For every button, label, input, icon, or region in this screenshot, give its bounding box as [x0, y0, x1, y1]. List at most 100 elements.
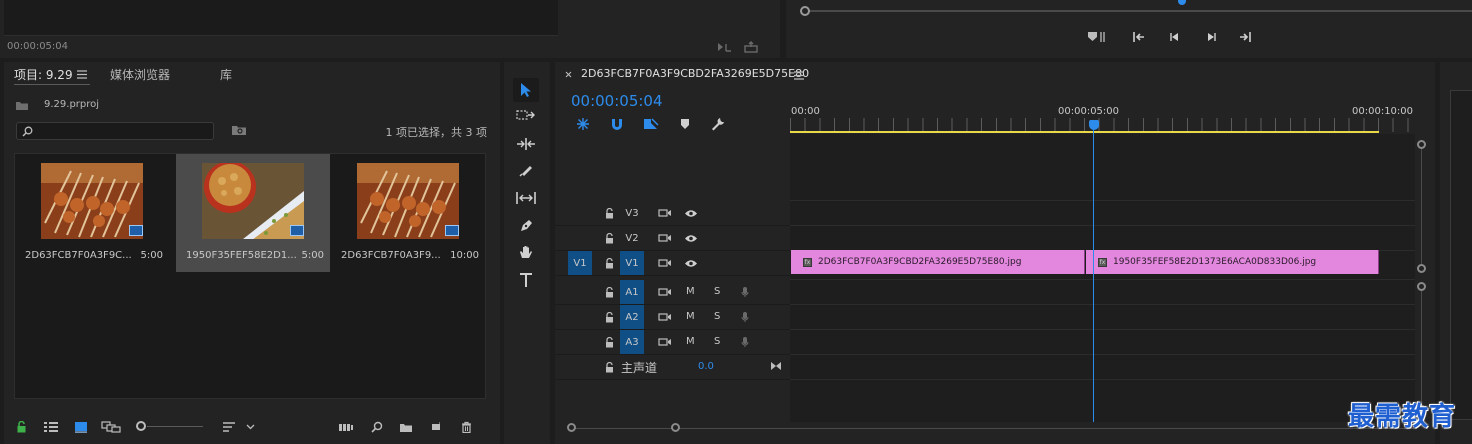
track-divider	[790, 354, 1415, 355]
microphone-icon[interactable]	[739, 285, 751, 299]
panel-menu-icon[interactable]	[793, 69, 805, 81]
track-label[interactable]: V2	[620, 226, 644, 250]
add-marker-icon[interactable]	[677, 116, 693, 132]
horizontal-scroll-start[interactable]	[567, 423, 576, 432]
horizontal-scroll-track[interactable]	[569, 428, 1415, 429]
sync-lock-icon[interactable]	[657, 336, 673, 348]
work-area-bar[interactable]	[790, 131, 1379, 133]
timeline-clip[interactable]: fx 2D63FCB7F0A3F9CBD2FA3269E5D75E80.jpg	[791, 250, 1085, 274]
program-playhead[interactable]	[1178, 0, 1186, 5]
project-item[interactable]: 2D63FCB7F0A3F9C... 5:00	[15, 154, 169, 272]
eye-icon[interactable]	[683, 207, 699, 219]
export-frame-icon[interactable]	[742, 40, 760, 54]
track-label[interactable]: V3	[620, 201, 644, 225]
microphone-icon[interactable]	[739, 310, 751, 324]
solo-button[interactable]: S	[714, 286, 720, 297]
icon-view-icon[interactable]	[72, 420, 90, 434]
horizontal-scroll-end[interactable]	[671, 423, 680, 432]
ruler-ticks[interactable]	[790, 118, 1415, 132]
marker-icon[interactable]	[1084, 28, 1110, 46]
project-item[interactable]: 2D63FCB7F0A3F9... 10:00	[331, 154, 485, 272]
nest-toggle-icon[interactable]	[573, 116, 593, 132]
lock-icon[interactable]	[603, 207, 615, 219]
zoom-slider-track[interactable]	[147, 426, 203, 427]
mute-button[interactable]: M	[686, 336, 695, 347]
track-label[interactable]: V1	[620, 251, 644, 275]
sync-lock-icon[interactable]	[657, 311, 673, 323]
program-scrub-bar[interactable]	[804, 10, 1472, 12]
mute-button[interactable]: M	[686, 311, 695, 322]
source-patch-v1[interactable]: V1	[568, 251, 592, 275]
list-view-icon[interactable]	[42, 420, 60, 434]
new-item-icon[interactable]	[427, 420, 445, 434]
playhead-handle[interactable]	[1089, 120, 1099, 130]
panel-menu-icon[interactable]	[76, 68, 88, 80]
track-label[interactable]: A2	[620, 305, 644, 329]
find-icon[interactable]	[368, 420, 386, 434]
type-tool[interactable]	[513, 268, 539, 292]
new-bin-icon[interactable]	[397, 420, 415, 434]
wrench-icon[interactable]	[709, 116, 727, 132]
razor-tool[interactable]	[513, 158, 539, 182]
go-to-in-icon[interactable]	[1130, 28, 1148, 46]
ripple-edit-tool[interactable]	[513, 132, 539, 156]
mute-button[interactable]: M	[686, 286, 695, 297]
pen-tool[interactable]	[513, 214, 539, 238]
audio-scroll-top[interactable]	[1417, 282, 1426, 291]
search-input[interactable]	[16, 122, 214, 140]
lock-icon[interactable]	[603, 286, 615, 298]
lock-icon[interactable]	[603, 311, 615, 323]
track-label[interactable]: A1	[620, 280, 644, 304]
step-back-icon[interactable]	[1166, 28, 1184, 46]
lock-icon[interactable]	[14, 420, 28, 434]
sync-lock-icon[interactable]	[657, 207, 673, 219]
close-icon[interactable]	[563, 68, 573, 80]
sync-lock-icon[interactable]	[657, 232, 673, 244]
sort-icon[interactable]	[220, 420, 238, 434]
overwrite-icon[interactable]	[716, 40, 734, 54]
video-scroll-top[interactable]	[1417, 140, 1426, 149]
selection-tool[interactable]	[513, 78, 539, 102]
bin-icon-view: 2D63FCB7F0A3F9C... 5:00 1950F35FEF58E2D1…	[14, 153, 486, 399]
go-to-out-icon[interactable]	[1236, 28, 1254, 46]
tab-media-browser[interactable]: 媒体浏览器	[110, 66, 170, 83]
find-in-bin-icon[interactable]	[230, 122, 248, 138]
lock-icon[interactable]	[603, 336, 615, 348]
master-volume-value[interactable]: 0.0	[698, 361, 714, 372]
zoom-slider-handle[interactable]	[136, 421, 146, 431]
tab-libraries[interactable]: 库	[220, 66, 232, 83]
lock-icon[interactable]	[603, 232, 615, 244]
video-scroll-bottom[interactable]	[1417, 264, 1426, 273]
lock-icon[interactable]	[603, 257, 615, 269]
snap-icon[interactable]	[607, 116, 627, 132]
microphone-icon[interactable]	[739, 335, 751, 349]
zoom-handle[interactable]	[800, 6, 810, 16]
chevron-down-icon[interactable]	[244, 420, 256, 434]
slip-tool[interactable]	[513, 186, 539, 210]
tab-project[interactable]: 项目: 9.29	[14, 66, 73, 83]
sequence-tab[interactable]: 2D63FCB7F0A3F9CBD2FA3269E5D75E80	[581, 67, 809, 80]
automate-to-sequence-icon[interactable]	[336, 420, 356, 434]
track-select-icon	[516, 110, 535, 120]
solo-button[interactable]: S	[714, 311, 720, 322]
eye-icon[interactable]	[683, 257, 699, 269]
linked-selection-icon[interactable]	[641, 116, 661, 132]
go-to-end-icon[interactable]	[769, 359, 783, 373]
track-label[interactable]: A3	[620, 330, 644, 354]
audio-scroll-track[interactable]	[1421, 291, 1422, 405]
lock-icon[interactable]	[603, 361, 615, 373]
hand-tool[interactable]	[513, 240, 539, 264]
solo-button[interactable]: S	[714, 336, 720, 347]
track-select-tool[interactable]	[513, 104, 539, 128]
project-item[interactable]: 1950F35FEF58E2D1... 5:00	[176, 154, 330, 272]
timeline-clip[interactable]: fx 1950F35FEF58E2D1373E6ACA0D833D06.jpg	[1086, 250, 1379, 274]
watermark: 最需教育	[1348, 402, 1457, 432]
playhead-timecode[interactable]: 00:00:05:04	[571, 92, 663, 110]
freeform-view-icon[interactable]	[100, 420, 122, 434]
eye-icon[interactable]	[683, 232, 699, 244]
step-forward-icon[interactable]	[1202, 28, 1220, 46]
trash-icon[interactable]	[457, 420, 475, 434]
sync-lock-icon[interactable]	[657, 257, 673, 269]
video-scroll-track[interactable]	[1421, 149, 1422, 264]
sync-lock-icon[interactable]	[657, 286, 673, 298]
